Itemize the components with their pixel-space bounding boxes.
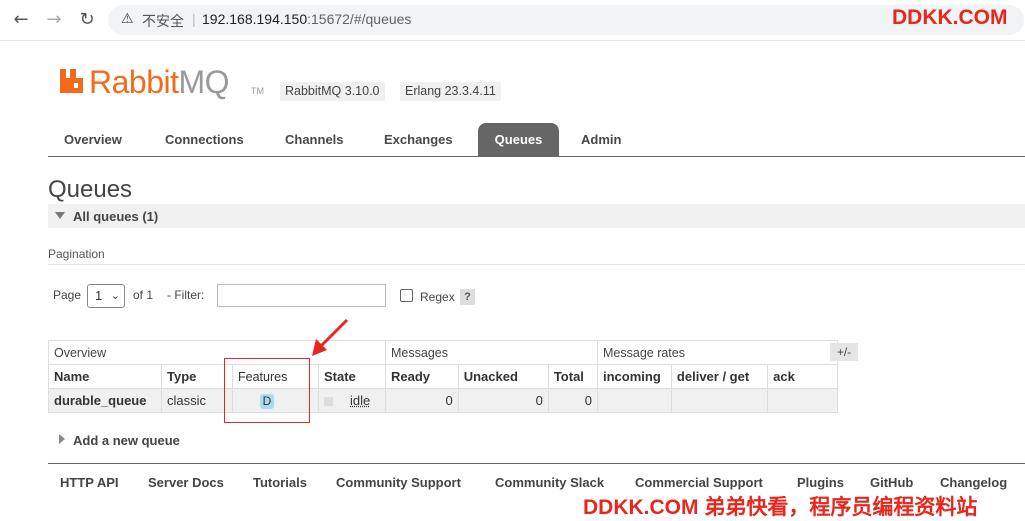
footer-link-tutorials[interactable]: Tutorials (253, 475, 307, 490)
col-incoming[interactable]: incoming (597, 364, 672, 389)
footer-link-github[interactable]: GitHub (870, 475, 913, 490)
footer-link-commercial-support[interactable]: Commercial Support (635, 475, 763, 490)
ready-count: 0 (385, 388, 459, 413)
tab-admin[interactable]: Admin (581, 132, 621, 147)
col-ready[interactable]: Ready (385, 364, 459, 389)
table-row[interactable]: durable_queue classic D idle 0 0 0 (48, 388, 838, 413)
url-text[interactable]: 192.168.194.150:15672/#/queues (202, 11, 411, 27)
tab-queues[interactable]: Queues (478, 123, 559, 156)
state-label: idle (350, 393, 371, 408)
tab-overview[interactable]: Overview (64, 132, 122, 147)
footer-link-http-api[interactable]: HTTP API (60, 475, 119, 490)
pagination-divider (48, 264, 1025, 265)
pagination-label: Pagination (48, 247, 105, 261)
page-count: of 1 (133, 288, 154, 302)
filter-input[interactable] (217, 284, 386, 307)
col-name[interactable]: Name (48, 364, 162, 389)
regex-help-button[interactable]: ? (460, 289, 475, 305)
regex-label: Regex (420, 290, 455, 304)
address-separator: | (192, 11, 196, 27)
regex-checkbox[interactable] (400, 289, 413, 302)
main-nav-tabs: Overview Connections Channels Exchanges … (48, 123, 1025, 157)
warning-icon[interactable]: ⚠ (121, 11, 134, 27)
expand-triangle-icon (59, 434, 65, 444)
footer-divider (48, 463, 1025, 464)
page-select-value: 1 (95, 288, 103, 303)
incoming-rate (597, 388, 672, 413)
page-label: Page (53, 288, 82, 302)
queue-name-link[interactable]: durable_queue (48, 388, 162, 413)
security-label[interactable]: 不安全 (142, 11, 184, 31)
tab-exchanges[interactable]: Exchanges (384, 132, 453, 147)
col-state[interactable]: State (318, 364, 386, 389)
queue-type: classic (161, 388, 233, 413)
chevron-down-icon: ⌄ (110, 289, 120, 302)
rabbitmq-logo-icon (60, 69, 83, 93)
state-indicator (324, 397, 333, 406)
watermark-bottom: DDKK.COM 弟弟快看，程序员编程资料站 (583, 496, 978, 519)
watermark-top: DDKK.COM (892, 6, 1008, 29)
col-deliver-get[interactable]: deliver / get (670, 364, 769, 389)
queue-state: idle (318, 388, 386, 413)
col-type[interactable]: Type (161, 364, 233, 389)
column-toggle-button[interactable]: +/- (830, 343, 858, 361)
reload-icon[interactable]: ↻ (76, 9, 98, 31)
deliver-get-rate (670, 388, 769, 413)
group-header-message-rates: Message rates (597, 340, 838, 365)
tab-connections[interactable]: Connections (165, 132, 244, 147)
group-header-overview: Overview (48, 340, 386, 365)
all-queues-section-toggle[interactable]: All queues (1) (48, 204, 1025, 228)
group-header-messages: Messages (385, 340, 598, 365)
arrow-right-icon[interactable]: → (43, 9, 65, 31)
logo-wordmark: RabbitMQ (89, 64, 230, 100)
queues-table: Overview Messages Message rates Name Typ… (48, 340, 838, 413)
arrow-left-icon[interactable]: ← (10, 9, 32, 31)
total-count: 0 (547, 388, 599, 413)
browser-toolbar: ← → ↻ ⚠ 不安全 | 192.168.194.150:15672/#/qu… (0, 0, 1025, 41)
erlang-version-badge: Erlang 23.3.4.11 (400, 82, 501, 101)
unacked-count: 0 (457, 388, 549, 413)
col-unacked[interactable]: Unacked (457, 364, 549, 389)
col-ack[interactable]: ack (767, 364, 838, 389)
footer-link-plugins[interactable]: Plugins (797, 475, 844, 490)
filter-label: - Filter: (167, 288, 205, 302)
page-select[interactable]: 1 ⌄ (87, 284, 125, 308)
logo-trademark: TM (251, 86, 264, 96)
rabbitmq-version-badge: RabbitMQ 3.10.0 (280, 82, 385, 101)
footer-link-changelog[interactable]: Changelog (940, 475, 1007, 490)
col-total[interactable]: Total (547, 364, 599, 389)
footer-link-community-slack[interactable]: Community Slack (495, 475, 604, 490)
add-queue-label: Add a new queue (73, 433, 180, 448)
page-title: Queues (48, 176, 133, 203)
section-title: All queues (1) (73, 209, 159, 224)
features-highlight-box (224, 358, 310, 423)
ack-rate (767, 388, 838, 413)
collapse-triangle-icon (55, 212, 65, 219)
footer-link-server-docs[interactable]: Server Docs (148, 475, 224, 490)
tab-channels[interactable]: Channels (285, 132, 344, 147)
footer-link-community-support[interactable]: Community Support (336, 475, 461, 490)
